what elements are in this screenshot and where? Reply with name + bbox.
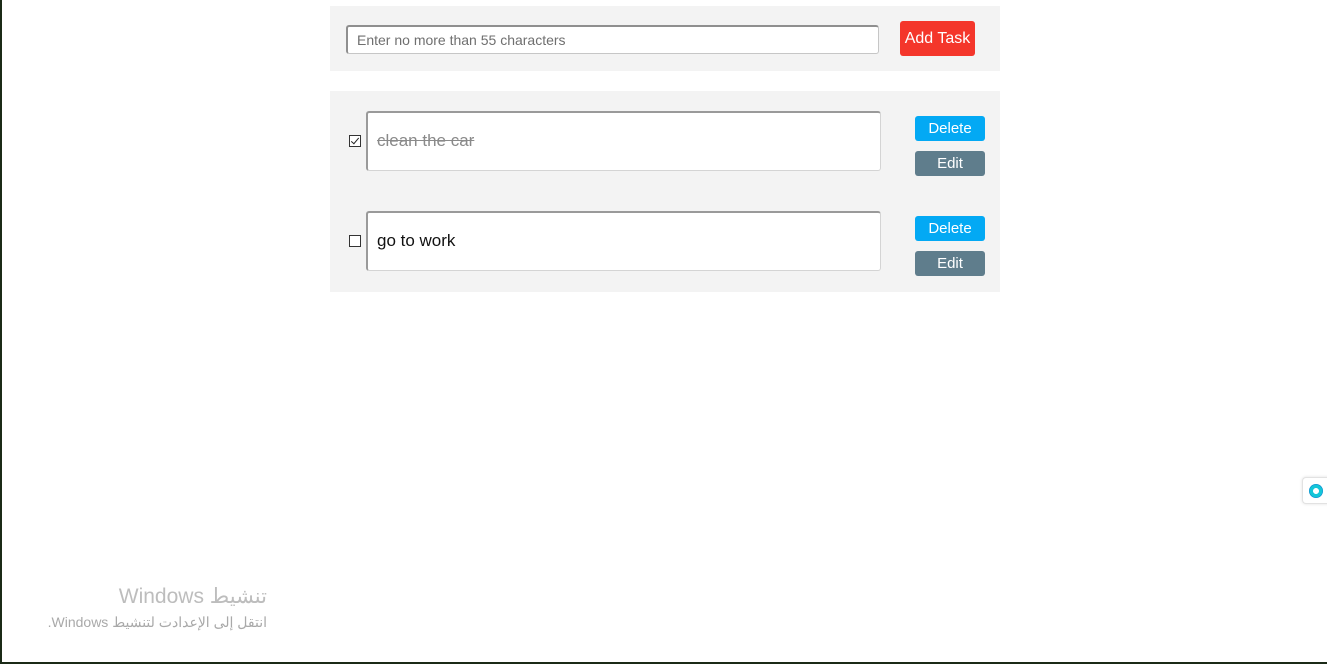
checkmark-icon: [350, 135, 360, 145]
new-task-input[interactable]: [346, 25, 879, 54]
edit-task-button[interactable]: Edit: [915, 151, 985, 176]
activation-subtitle: انتقل إلى الإعدادت لتنشيط Windows.: [47, 614, 267, 630]
delete-task-button[interactable]: Delete: [915, 116, 985, 141]
task-complete-checkbox[interactable]: [349, 135, 361, 147]
delete-task-button[interactable]: Delete: [915, 216, 985, 241]
task-complete-checkbox[interactable]: [349, 235, 361, 247]
windows-activation-watermark: تنشيط Windows انتقل إلى الإعدادت لتنشيط …: [22, 583, 267, 632]
add-task-panel: Add Task: [330, 6, 1000, 71]
add-task-button[interactable]: Add Task: [900, 21, 975, 56]
task-text[interactable]: clean the car: [366, 111, 881, 171]
edit-task-button[interactable]: Edit: [915, 251, 985, 276]
assistant-orb-icon: [1309, 484, 1323, 498]
task-item: go to work Delete Edit: [330, 211, 1000, 276]
activation-title: تنشيط Windows: [118, 585, 267, 608]
task-item: clean the car Delete Edit: [330, 111, 1000, 176]
task-list: clean the car Delete Edit go to work Del…: [330, 91, 1000, 292]
floating-assistant-button[interactable]: [1302, 477, 1327, 504]
task-text[interactable]: go to work: [366, 211, 881, 271]
